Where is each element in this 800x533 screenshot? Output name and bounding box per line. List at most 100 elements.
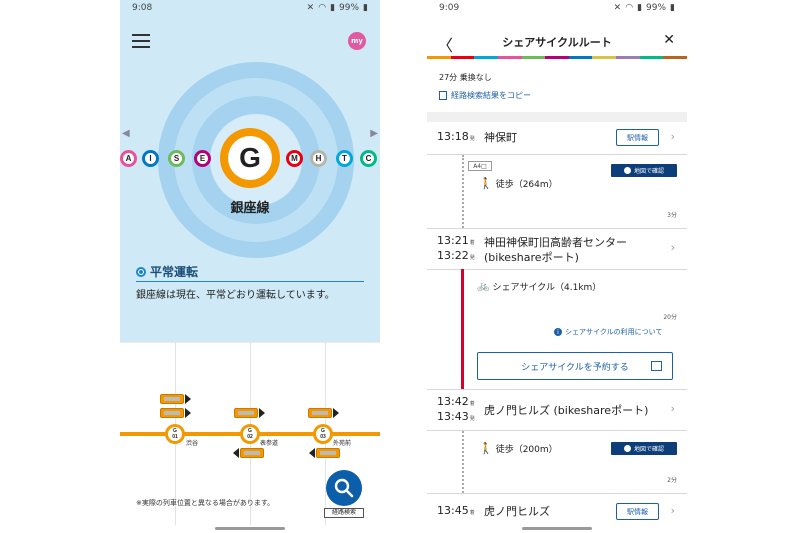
my-page-icon[interactable]: my	[348, 32, 366, 50]
stop-row-toranomon-port[interactable]: 13:42着 13:43発 虎ノ門ヒルズ (bikeshareポート) ›	[427, 390, 687, 430]
exit-tag: A4□	[468, 161, 492, 171]
strip-segment	[427, 56, 451, 59]
station-info-button[interactable]: 駅情報	[616, 503, 659, 520]
divider	[427, 430, 687, 431]
station-name: 表参道	[260, 440, 279, 447]
wifi-icon: ◠	[318, 3, 327, 13]
strip-segment	[663, 56, 687, 59]
mute-icon: ✕	[613, 3, 622, 13]
signal-icon: ▮	[330, 3, 336, 13]
search-icon	[334, 478, 354, 498]
train-marker[interactable]	[240, 448, 264, 458]
position-disclaimer: ※実際の列車位置と異なる場合があります。	[136, 499, 275, 507]
mute-icon: ✕	[306, 3, 315, 13]
segment-duration: 2分	[667, 477, 677, 484]
route-search-button[interactable]	[326, 470, 362, 506]
prev-line-arrow-icon[interactable]: ◀	[122, 128, 130, 139]
bike-info-link[interactable]: i シェアサイクルの利用について	[554, 327, 662, 337]
operation-status-label: 平常運転	[150, 265, 199, 279]
station-marker[interactable]: G 02	[240, 424, 260, 444]
line-badge-letter: I	[145, 153, 156, 164]
walk-icon: 🚶	[479, 442, 493, 455]
departure-time: 13:43発	[437, 410, 475, 423]
walk-dotted-line	[462, 155, 464, 228]
stop-name: 神田神保町旧高齢者センター	[484, 236, 627, 249]
train-marker[interactable]	[316, 448, 340, 458]
wifi-icon: ◠	[625, 3, 634, 13]
line-badge[interactable]: E	[194, 150, 211, 167]
line-badge[interactable]: M	[286, 150, 303, 167]
bike-route-bar	[461, 269, 464, 389]
train-marker[interactable]	[308, 408, 332, 418]
station-info-button[interactable]: 駅情報	[616, 129, 659, 146]
chevron-right-icon: ›	[670, 504, 675, 517]
train-marker[interactable]	[234, 408, 258, 418]
hamburger-menu-icon[interactable]	[132, 34, 150, 48]
station-marker[interactable]: G 03	[313, 424, 333, 444]
train-direction-icon	[333, 408, 339, 418]
strip-segment	[497, 56, 522, 59]
status-circle-icon	[136, 266, 146, 277]
bicycle-icon: 🚲	[477, 281, 490, 292]
line-badge-letter: H	[313, 153, 324, 164]
operation-status-title: 平常運転	[136, 263, 198, 280]
reserve-bike-button[interactable]: シェアサイクルを予約する	[477, 352, 673, 380]
status-bar: 9:09 ✕ ◠ ▮ 99% ▮	[427, 0, 687, 18]
line-badge-letter: A	[123, 153, 134, 164]
stop-row-jimbocho[interactable]: 13:18発 神保町 駅情報 ›	[427, 124, 687, 154]
status-time: 9:09	[439, 3, 460, 13]
line-badge-letter: E	[197, 153, 208, 164]
status-bar: 9:08 ✕ ◠ ▮ 99% ▮	[120, 0, 380, 18]
close-icon[interactable]: ✕	[663, 32, 675, 48]
route-search-label[interactable]: 経路検索	[324, 508, 364, 518]
strip-segment	[474, 56, 498, 59]
walk-segment: 🚶 徒歩（200m）	[479, 442, 558, 455]
train-direction-icon	[185, 394, 191, 404]
home-indicator	[522, 527, 592, 530]
walk-dotted-line	[462, 431, 464, 493]
line-badge[interactable]: I	[142, 150, 159, 167]
selected-line-name: 銀座線	[230, 201, 270, 216]
info-icon: i	[554, 328, 562, 336]
selected-line-badge[interactable]: G	[220, 128, 280, 188]
segment-duration: 20分	[663, 314, 677, 321]
signal-icon: ▮	[637, 3, 643, 13]
map-check-button[interactable]: 地図で確認	[611, 164, 677, 177]
next-line-arrow-icon[interactable]: ▶	[370, 128, 378, 139]
line-status-panel: 9:08 ✕ ◠ ▮ 99% ▮ my ◀ ▶ AI S E MH TC G 銀座線 平…	[120, 0, 380, 342]
external-link-icon	[651, 361, 662, 371]
copy-result-link[interactable]: 経路検索結果をコピー	[439, 90, 531, 101]
strip-segment	[639, 56, 664, 59]
segment-duration: 3分	[667, 212, 677, 219]
home-indicator	[215, 527, 285, 530]
train-direction-icon	[259, 408, 265, 418]
line-badge-letter: T	[339, 153, 350, 164]
map-check-button[interactable]: 地図で確認	[611, 442, 677, 455]
stop-row-kanda-port[interactable]: 13:21着 13:22発 神田神保町旧高齢者センター (bikeshareポー…	[427, 229, 687, 269]
train-marker[interactable]	[160, 394, 184, 404]
strip-segment	[616, 56, 640, 59]
station-name: 外苑前	[333, 440, 352, 447]
line-badge[interactable]: H	[310, 150, 327, 167]
line-badge-letter: S	[171, 153, 182, 164]
copy-icon	[439, 91, 447, 100]
arrival-time: 13:45着	[437, 504, 475, 517]
line-badge[interactable]: C	[360, 150, 377, 167]
line-badge[interactable]: S	[168, 150, 185, 167]
battery-icon: ▮	[670, 3, 675, 13]
walk-segment: 🚶 徒歩（264m）	[479, 177, 558, 190]
stop-row-toranomon-hills[interactable]: 13:45着 虎ノ門ヒルズ 駅情報 ›	[427, 494, 687, 524]
strip-segment	[521, 56, 546, 59]
station-marker[interactable]: G 01	[165, 424, 185, 444]
bike-segment: 🚲 シェアサイクル（4.1km）	[477, 281, 602, 293]
train-direction-icon	[233, 448, 239, 458]
status-icons: ✕ ◠ ▮ 99% ▮	[614, 3, 675, 13]
train-marker[interactable]	[160, 408, 184, 418]
line-badge[interactable]: T	[336, 150, 353, 167]
screenshot-stage: 9:08 ✕ ◠ ▮ 99% ▮ my ◀ ▶ AI S E MH TC G 銀座線 平…	[0, 0, 800, 533]
line-badge[interactable]: A	[120, 150, 137, 167]
operation-status-desc: 銀座線は現在、平常どおり運転しています。	[136, 290, 335, 301]
strip-segment	[545, 56, 569, 59]
map-icon	[623, 445, 631, 452]
strip-segment	[450, 56, 475, 59]
